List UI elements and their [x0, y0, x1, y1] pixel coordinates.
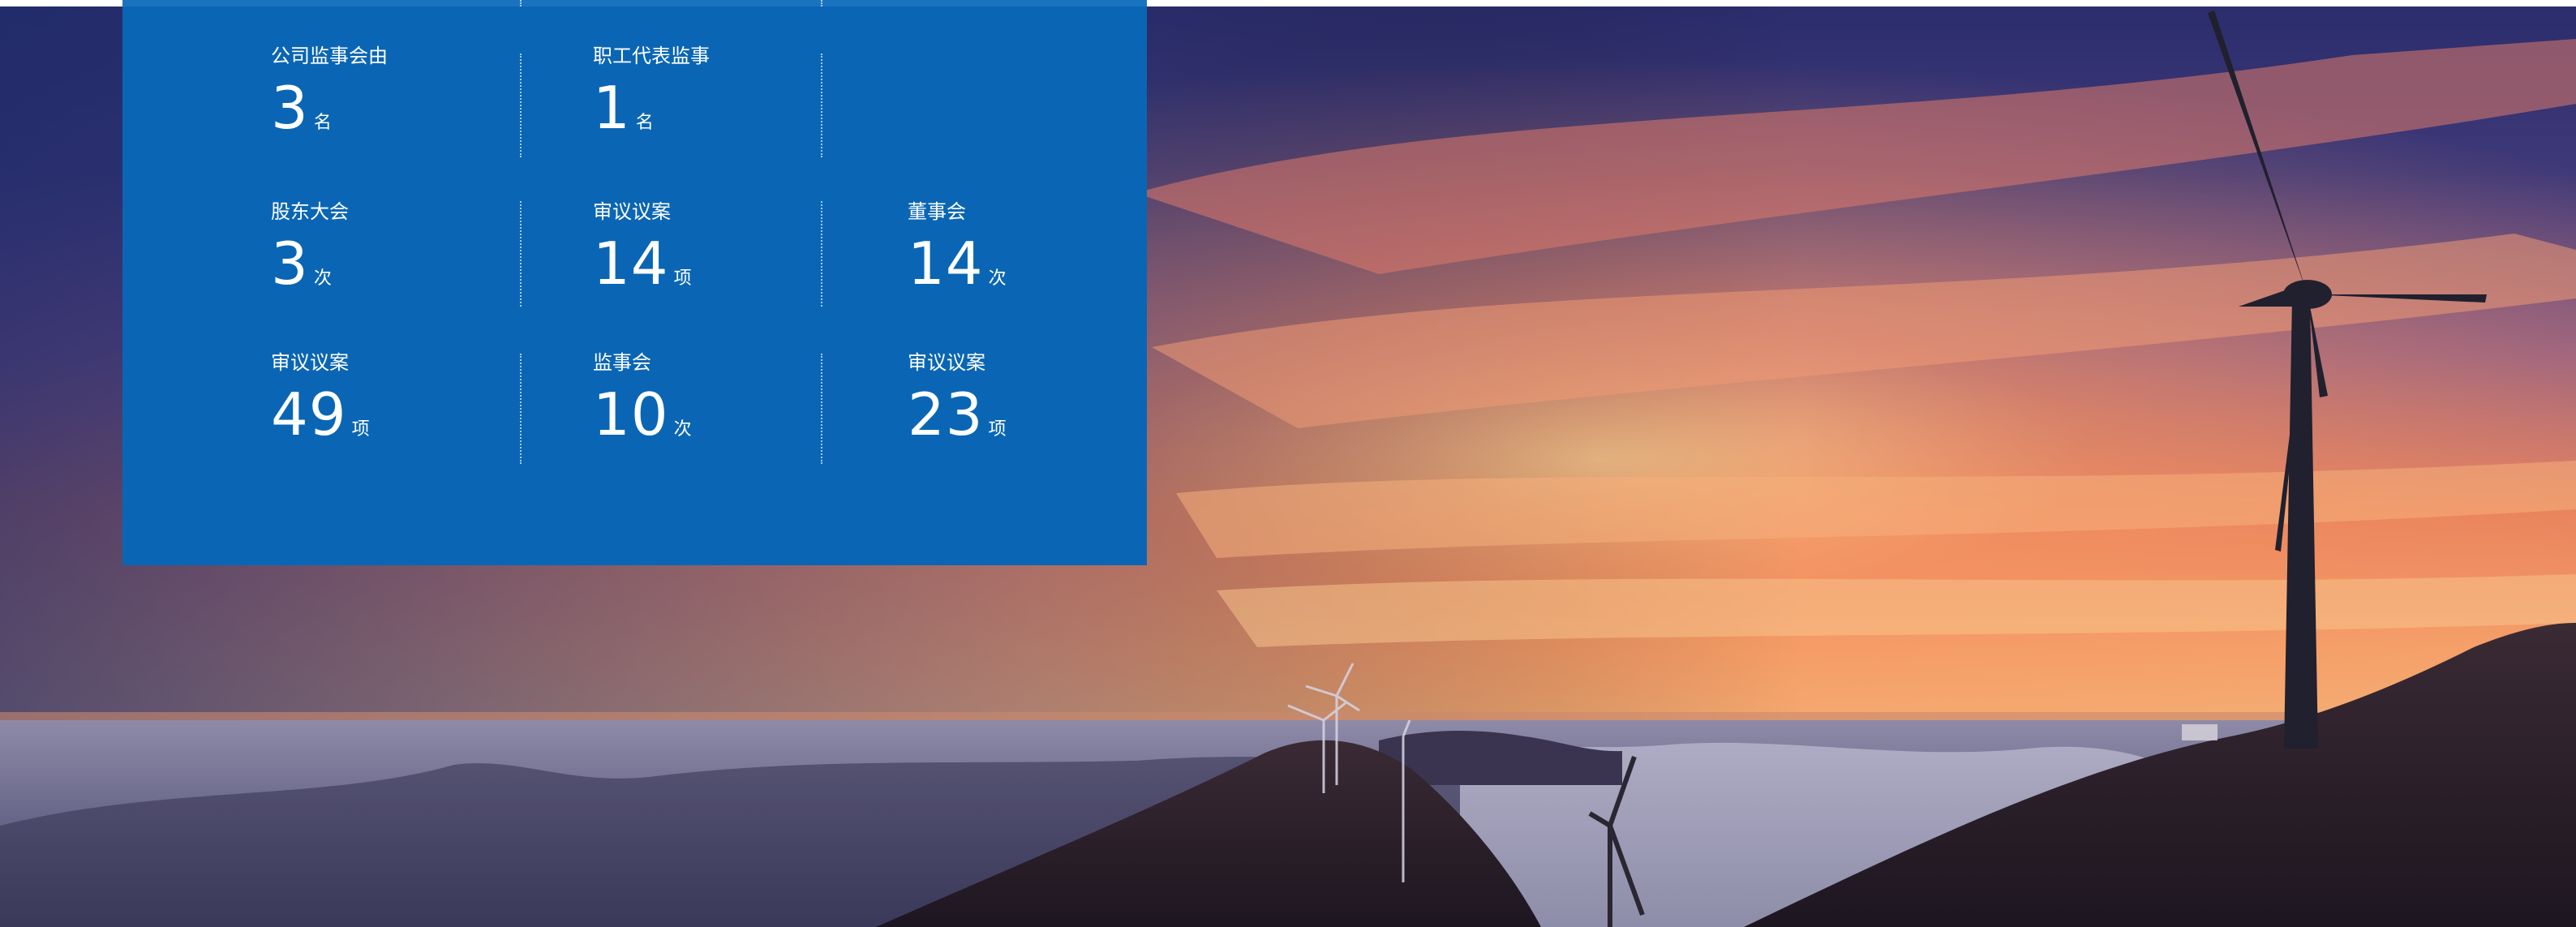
- stat-value-row: 3名: [271, 79, 388, 152]
- column-divider: [821, 54, 822, 157]
- stat-value-row: 23 项: [908, 385, 1007, 459]
- panel-top-line: [122, 0, 1147, 6]
- stat-value-row: 49 项: [271, 385, 370, 459]
- stat-unit: 名: [635, 113, 654, 133]
- stat-supervisory-board-members: 公司监事会由 3名: [271, 44, 388, 152]
- stat-label: 公司监事会由: [271, 45, 388, 67]
- stat-value: 3: [271, 230, 309, 298]
- stat-shareholders-proposals: 审议议案 14 项: [593, 200, 692, 308]
- stat-unit: 次: [313, 268, 332, 289]
- stat-label: 审议议案: [593, 200, 671, 223]
- column-divider: [821, 0, 822, 6]
- stat-unit: 项: [673, 268, 692, 289]
- stat-label: 股东大会: [271, 200, 349, 223]
- column-divider: [520, 54, 522, 157]
- stat-unit: 名: [313, 113, 332, 133]
- stat-value: 10: [593, 380, 669, 448]
- stat-supervisory-proposals: 审议议案 23 项: [908, 350, 1007, 459]
- stat-value: 23: [908, 380, 984, 448]
- column-divider: [520, 0, 522, 6]
- stat-value-row: 1名: [593, 79, 710, 152]
- column-divider: [520, 354, 522, 464]
- stat-label: 董事会: [908, 200, 966, 223]
- column-divider: [821, 201, 822, 307]
- column-divider: [821, 354, 822, 464]
- stat-label: 职工代表监事: [593, 45, 710, 67]
- stat-value-row: 10 次: [593, 385, 692, 459]
- stat-unit: 次: [988, 268, 1007, 289]
- stat-value-row: 14 项: [593, 234, 692, 308]
- stat-label: 审议议案: [908, 351, 985, 374]
- stat-board-proposals: 审议议案 49 项: [271, 350, 370, 459]
- stat-value: 14: [908, 230, 984, 298]
- governance-stats-panel: 公司监事会由 3名 职工代表监事 1名 股东大会 3次 审议议案 14 项 董事会: [122, 0, 1147, 565]
- stat-label: 监事会: [593, 351, 651, 374]
- stat-employee-representative-supervisors: 职工代表监事 1名: [593, 44, 710, 152]
- stat-value-row: 3次: [271, 234, 349, 308]
- stat-value: 3: [271, 74, 309, 142]
- stat-unit: 次: [673, 419, 692, 440]
- stat-unit: 项: [351, 419, 370, 440]
- page: 公司监事会由 3名 职工代表监事 1名 股东大会 3次 审议议案 14 项 董事会: [0, 0, 2576, 927]
- column-divider: [520, 201, 522, 307]
- stat-board-meetings: 董事会 14 次: [908, 200, 1007, 308]
- stat-shareholders-meetings: 股东大会 3次: [271, 200, 349, 308]
- stat-unit: 项: [988, 419, 1007, 440]
- stat-value-row: 14 次: [908, 234, 1007, 308]
- stat-value: 14: [593, 230, 669, 298]
- stat-value: 1: [593, 74, 631, 142]
- stat-supervisory-meetings: 监事会 10 次: [593, 350, 692, 459]
- stat-value: 49: [271, 380, 347, 448]
- stat-label: 审议议案: [271, 351, 349, 374]
